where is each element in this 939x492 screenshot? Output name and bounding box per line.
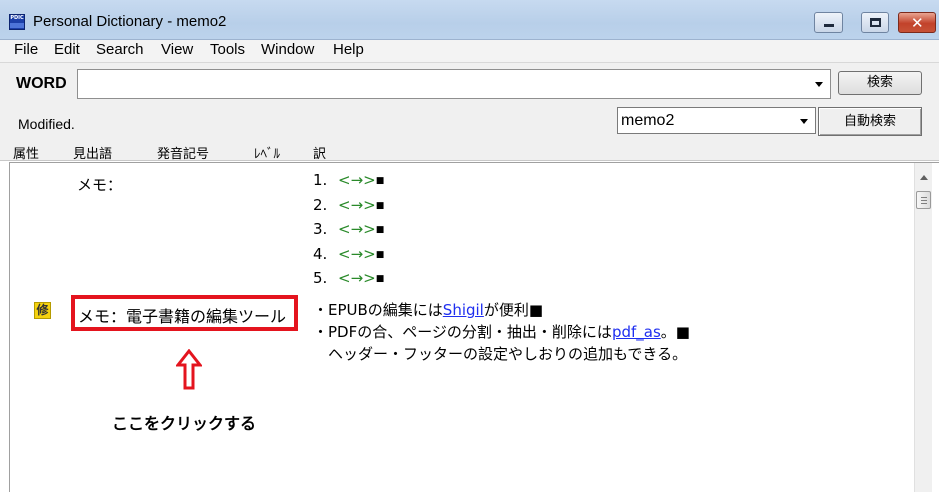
menu-help[interactable]: Help: [333, 41, 364, 58]
list-item: 2. <→>■: [313, 194, 384, 219]
close-icon: ✕: [911, 14, 924, 32]
definition-text: ・PDFの合、ページの分割・抽出・削除には: [313, 323, 612, 341]
scroll-up-icon[interactable]: [920, 175, 928, 180]
chevron-down-icon: [800, 119, 808, 124]
column-attribute[interactable]: 属性: [13, 143, 39, 162]
search-button[interactable]: 検索: [838, 71, 922, 95]
entry-translation-list: 1. <→>■ 2. <→>■ 3. <→>■ 4. <→>■ 5. <→>■: [313, 169, 384, 292]
window-title: Personal Dictionary - memo2: [33, 13, 227, 30]
entry-definition: ・EPUBの編集にはShigilが便利■ ・PDFの合、ページの分割・抽出・削除…: [313, 299, 690, 365]
minimize-icon: [824, 24, 834, 27]
menu-window[interactable]: Window: [261, 41, 314, 58]
item-number: 2.: [313, 195, 328, 214]
minimize-button[interactable]: [814, 12, 843, 33]
maximize-icon: [870, 18, 881, 27]
word-label: WORD: [16, 75, 67, 92]
scrollbar-thumb[interactable]: [916, 191, 931, 209]
menu-view[interactable]: View: [161, 41, 193, 58]
column-translation[interactable]: 訳: [313, 143, 326, 162]
definition-line: ・PDFの合、ページの分割・抽出・削除にはpdf_as。■: [313, 321, 690, 343]
cross-ref-link[interactable]: <→>: [338, 269, 376, 287]
definition-line: ・EPUBの編集にはShigilが便利■: [313, 299, 690, 321]
menu-bar: File Edit Search View Tools Window Help: [0, 40, 939, 62]
cross-ref-link[interactable]: <→>: [338, 220, 376, 238]
cross-ref-link[interactable]: <→>: [338, 196, 376, 214]
end-mark: ■: [375, 200, 385, 211]
entry-headword-target[interactable]: メモ：電子書籍の編集ツール: [78, 303, 286, 327]
up-arrow-icon: [176, 349, 202, 390]
maximize-button[interactable]: [861, 12, 889, 33]
cross-ref-link[interactable]: <→>: [338, 245, 376, 263]
column-pronunciation[interactable]: 発音記号: [157, 143, 209, 162]
dictionary-select-value: memo2: [621, 112, 675, 129]
menu-tools[interactable]: Tools: [210, 41, 245, 58]
vertical-scrollbar[interactable]: [914, 163, 932, 492]
shigil-link[interactable]: Shigil: [443, 301, 484, 319]
item-number: 3.: [313, 220, 328, 238]
end-mark: ■: [375, 249, 385, 260]
menu-file[interactable]: File: [14, 41, 38, 58]
menu-search[interactable]: Search: [96, 41, 144, 58]
entry-headword[interactable]: メモ：: [77, 174, 122, 195]
cross-ref-link[interactable]: <→>: [338, 171, 376, 189]
modified-badge: 修: [34, 302, 51, 319]
list-item: 5. <→>■: [313, 267, 384, 292]
column-headword[interactable]: 見出語: [73, 143, 112, 162]
dictionary-select[interactable]: memo2: [617, 107, 816, 134]
column-header: 属性 見出語 発音記号 ﾚﾍﾞﾙ 訳: [0, 143, 939, 162]
item-number: 1.: [313, 171, 328, 189]
pdf-as-link[interactable]: pdf_as: [612, 323, 661, 341]
list-item: 4. <→>■: [313, 243, 384, 268]
app-icon: PDIC: [9, 14, 25, 30]
definition-text: ・EPUBの編集には: [313, 301, 443, 319]
definition-line: ヘッダー・フッターの設定やしおりの追加もできる。: [313, 343, 690, 365]
instruction-text: ここをクリックする: [112, 414, 257, 433]
entry-list[interactable]: メモ： 1. <→>■ 2. <→>■ 3. <→>■ 4. <→>■ 5. <→>■ 修…: [9, 162, 939, 492]
menu-edit[interactable]: Edit: [54, 41, 80, 58]
item-number: 5.: [313, 269, 328, 287]
status-text: Modified.: [18, 116, 75, 132]
end-mark: ■: [375, 176, 385, 186]
word-dropdown-icon[interactable]: [815, 82, 823, 87]
word-input[interactable]: [77, 69, 831, 99]
end-mark: ■: [375, 225, 385, 235]
status-row: Modified. memo2 自動検索: [0, 103, 939, 143]
end-mark: ■: [375, 274, 385, 284]
definition-text: が便利■: [483, 301, 544, 319]
close-button[interactable]: ✕: [898, 12, 936, 33]
list-item: 1. <→>■: [313, 169, 384, 194]
definition-text: 。■: [660, 323, 690, 341]
item-number: 4.: [313, 244, 328, 263]
title-bar: PDIC Personal Dictionary - memo2 ✕: [0, 0, 939, 40]
definition-text: ヘッダー・フッターの設定やしおりの追加もできる。: [313, 345, 688, 363]
list-item: 3. <→>■: [313, 218, 384, 243]
auto-search-button[interactable]: 自動検索: [818, 107, 922, 136]
column-level[interactable]: ﾚﾍﾞﾙ: [254, 143, 280, 162]
word-search-bar: WORD 検索: [0, 62, 939, 103]
